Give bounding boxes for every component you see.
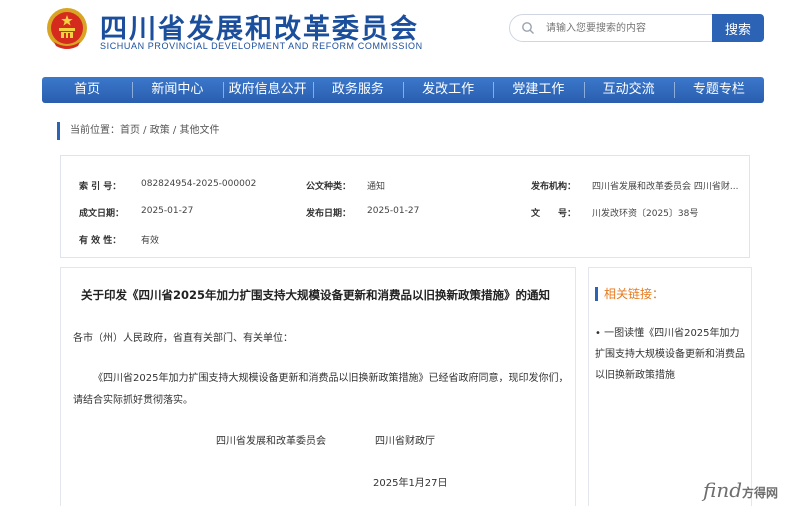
meta-published-value: 2025-01-27 xyxy=(367,206,420,216)
document-meta-box: 索 引 号： 082824954-2025-000002 公文种类： 通知 发布… xyxy=(60,155,750,258)
meta-index-value: 082824954-2025-000002 xyxy=(141,179,257,189)
meta-docno-label: 文 号： xyxy=(531,209,577,219)
nav-item-news[interactable]: 新闻中心 xyxy=(132,77,222,103)
breadcrumb: 当前位置：首页 / 政策 / 其他文件 xyxy=(57,122,219,140)
article-salutation: 各市（州）人民政府，省直有关部门、有关单位： xyxy=(73,333,293,344)
document-date: 2025年1月27日 xyxy=(373,478,448,489)
search-button[interactable]: 搜索 xyxy=(712,14,764,42)
nav-item-home[interactable]: 首页 xyxy=(42,77,132,103)
main-nav: 首页 新闻中心 政府信息公开 政务服务 发改工作 党建工作 互动交流 专题专栏 xyxy=(42,77,764,103)
nav-item-reform-work[interactable]: 发改工作 xyxy=(403,77,493,103)
watermark-find: find xyxy=(703,478,743,502)
nav-item-interaction[interactable]: 互动交流 xyxy=(583,77,674,103)
site-header: 四川省发展和改革委员会 SICHUAN PROVINCIAL DEVELOPME… xyxy=(0,0,800,72)
watermark-cn: 方得网 xyxy=(742,486,779,500)
meta-issuer-value: 四川省发展和改革委员会 四川省财... xyxy=(592,182,739,192)
site-subtitle: SICHUAN PROVINCIAL DEVELOPMENT AND REFOR… xyxy=(100,41,423,51)
article-title: 关于印发《四川省2025年加力扩围支持大规模设备更新和消费品以旧换新政策措施》的… xyxy=(81,288,551,302)
related-link-infographic[interactable]: • 一图读懂《四川省2025年加力扩围支持大规模设备更新和消费品以旧换新政策措施 xyxy=(595,323,747,386)
signer-finance-dept: 四川省财政厅 xyxy=(375,436,435,447)
article-content: 关于印发《四川省2025年加力扩围支持大规模设备更新和消费品以旧换新政策措施》的… xyxy=(60,267,576,506)
national-emblem-icon xyxy=(47,8,87,49)
nav-item-gov-info[interactable]: 政府信息公开 xyxy=(222,77,313,103)
nav-item-party-work[interactable]: 党建工作 xyxy=(493,77,583,103)
related-links-title: 相关链接： xyxy=(595,287,664,301)
article-body: 《四川省2025年加力扩围支持大规模设备更新和消费品以旧换新政策措施》已经省政府… xyxy=(73,373,569,406)
nav-item-topics[interactable]: 专题专栏 xyxy=(673,77,764,103)
meta-created-value: 2025-01-27 xyxy=(141,206,194,216)
meta-issuer-label: 发布机构： xyxy=(531,182,577,192)
meta-docno-value: 川发改环资〔2025〕38号 xyxy=(592,209,699,219)
meta-index-label: 索 引 号： xyxy=(79,182,122,192)
meta-validity-value: 有效 xyxy=(141,236,160,246)
meta-doctype-label: 公文种类： xyxy=(306,182,352,192)
meta-published-label: 发布日期： xyxy=(306,209,352,219)
related-links-sidebar: 相关链接： • 一图读懂《四川省2025年加力扩围支持大规模设备更新和消费品以旧… xyxy=(588,267,752,506)
nav-item-services[interactable]: 政务服务 xyxy=(312,77,403,103)
search-icon xyxy=(522,22,534,34)
meta-created-label: 成文日期： xyxy=(79,209,125,219)
meta-validity-label: 有 效 性： xyxy=(79,236,122,246)
search-input[interactable] xyxy=(509,14,714,42)
watermark-logo: find方得网 xyxy=(703,478,778,502)
meta-doctype-value: 通知 xyxy=(367,182,386,192)
signer-commission: 四川省发展和改革委员会 xyxy=(216,436,326,447)
